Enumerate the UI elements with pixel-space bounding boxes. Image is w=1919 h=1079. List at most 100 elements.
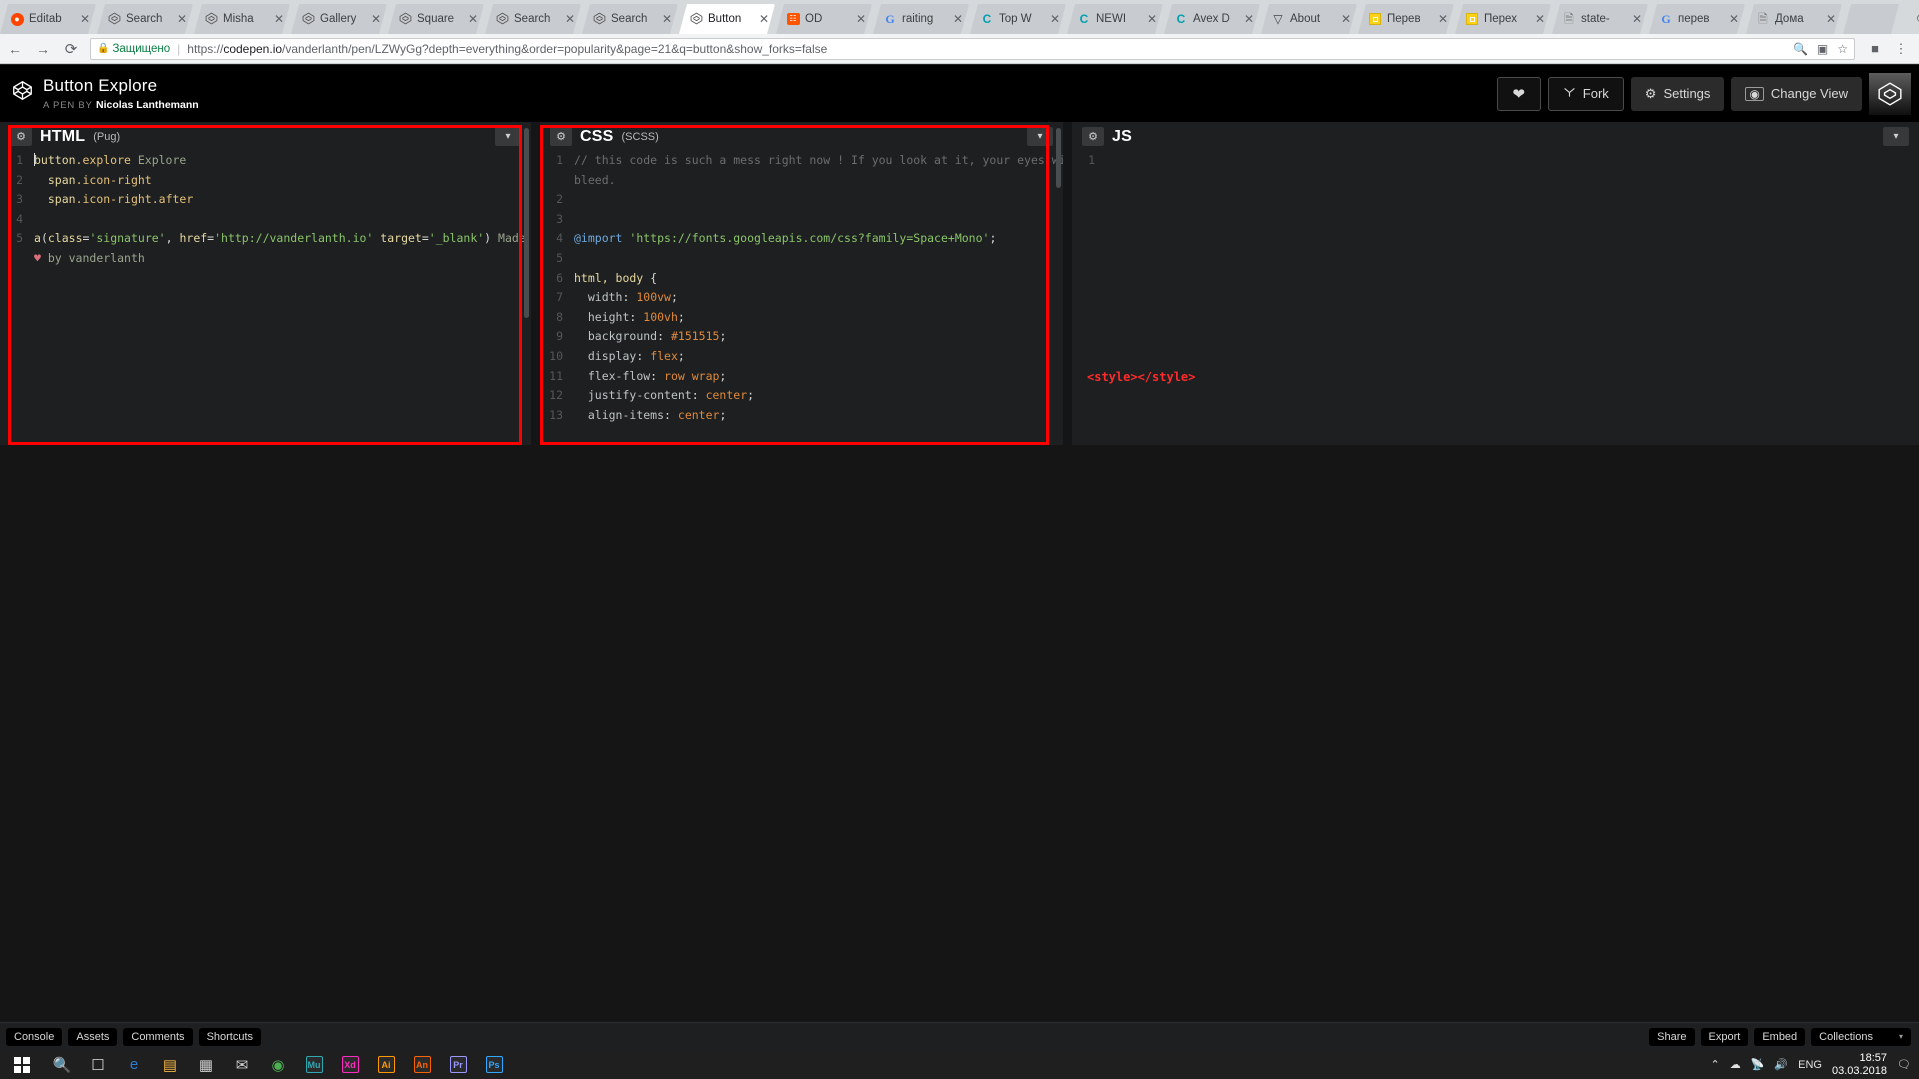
star-icon[interactable]: ☆ (1837, 42, 1848, 56)
tab-close-icon[interactable]: ✕ (1436, 13, 1450, 25)
preview-area[interactable]: Explore ⟶ MADE WITH ♥ BY VANDERLANTH Акт… (0, 445, 1919, 1022)
back-icon[interactable]: ← (2, 36, 28, 62)
extension-icon[interactable]: ■ (1863, 37, 1887, 61)
browser-tab[interactable]: Graiting ✕ (873, 4, 969, 34)
css-code-area[interactable]: 1 // this code is such a mess right now !… (540, 151, 1063, 445)
xd-icon[interactable]: Xd (332, 1050, 368, 1079)
tab-close-icon[interactable]: ✕ (563, 13, 577, 25)
browser-tab[interactable]: Search ✕ (97, 4, 193, 34)
tab-close-icon[interactable]: ✕ (175, 13, 189, 25)
browser-tab[interactable]: Gперев ✕ (1649, 4, 1745, 34)
css-scrollbar[interactable] (1056, 128, 1061, 188)
illustrator-icon[interactable]: Ai (368, 1050, 404, 1079)
animate-icon[interactable]: An (404, 1050, 440, 1079)
address-bar[interactable]: 🔒 Защищено | https://codepen.io/vanderla… (90, 37, 1855, 60)
tab-close-icon[interactable]: ✕ (1048, 13, 1062, 25)
explorer-icon[interactable]: ▤ (152, 1050, 188, 1079)
browser-tab[interactable]: C Avex D ✕ (1164, 4, 1260, 34)
new-tab-button[interactable] (1843, 4, 1899, 34)
tab-close-icon[interactable]: ✕ (1533, 13, 1547, 25)
tab-close-icon[interactable]: ✕ (854, 13, 868, 25)
chevron-down-icon[interactable]: ▾ (495, 127, 521, 146)
profile-icon[interactable]: ☺ (1899, 2, 1919, 32)
tab-close-icon[interactable]: ✕ (1824, 13, 1838, 25)
forward-icon[interactable]: → (30, 36, 56, 62)
tab-close-icon[interactable]: ✕ (951, 13, 965, 25)
mail-icon[interactable]: ✉ (224, 1050, 260, 1079)
browser-tab[interactable]: Misha ✕ (194, 4, 290, 34)
muse-icon[interactable]: Mu (296, 1050, 332, 1079)
footer-button-assets[interactable]: Assets (68, 1027, 118, 1046)
browser-tab[interactable]: Перех ✕ (1455, 4, 1551, 34)
task-view-icon[interactable]: ☐ (80, 1050, 116, 1079)
tab-close-icon[interactable]: ✕ (1339, 13, 1353, 25)
edge-icon[interactable]: e (116, 1050, 152, 1079)
search-icon[interactable]: 🔍 (44, 1050, 80, 1079)
html-scrollbar[interactable] (524, 128, 529, 318)
collections-dropdown[interactable]: Collections ▾ (1811, 1027, 1911, 1046)
tab-close-icon[interactable]: ✕ (757, 13, 771, 25)
tray-chevron-icon[interactable]: ⌃ (1711, 1058, 1720, 1071)
browser-tab[interactable]: Gallery ✕ (291, 4, 387, 34)
chevron-down-icon[interactable]: ▾ (1027, 127, 1053, 146)
browser-tab[interactable]: C NEWI ✕ (1067, 4, 1163, 34)
cloud-icon[interactable]: ☁ (1730, 1058, 1741, 1071)
avatar[interactable] (1869, 72, 1911, 115)
photoshop-icon[interactable]: Ps (476, 1050, 512, 1079)
taskbar-clock[interactable]: 18:57 03.03.2018 (1832, 1052, 1887, 1078)
browser-tab[interactable]: Square ✕ (388, 4, 484, 34)
js-code-area[interactable]: 1 (1072, 151, 1919, 445)
tab-close-icon[interactable]: ✕ (660, 13, 674, 25)
browser-tab[interactable]: ☷ OD ✕ (776, 4, 872, 34)
tab-close-icon[interactable]: ✕ (369, 13, 383, 25)
browser-tab[interactable]: ● Editab ✕ (0, 4, 96, 34)
tab-close-icon[interactable]: ✕ (272, 13, 286, 25)
gear-icon[interactable]: ⚙ (10, 127, 32, 146)
pane-divider-2[interactable] (1063, 122, 1072, 445)
image-icon[interactable]: ▣ (1817, 42, 1828, 56)
browser-tab[interactable]: ▽ About ✕ (1261, 4, 1357, 34)
chrome-icon[interactable]: ◉ (260, 1050, 296, 1079)
store-icon[interactable]: ▦ (188, 1050, 224, 1079)
browser-tab[interactable]: 🗎 state- ✕ (1552, 4, 1648, 34)
browser-tab[interactable]: C Top W ✕ (970, 4, 1066, 34)
footer-button-console[interactable]: Console (6, 1027, 63, 1046)
browser-tab[interactable]: Button ✕ (679, 4, 775, 34)
zoom-icon[interactable]: 🔍 (1793, 42, 1808, 56)
network-icon[interactable]: 📡 (1751, 1058, 1765, 1071)
html-code-area[interactable]: 1 button.explore Explore 2 span.icon-right… (0, 151, 531, 445)
gear-icon[interactable]: ⚙ (550, 127, 572, 146)
premiere-icon[interactable]: Pr (440, 1050, 476, 1079)
tab-close-icon[interactable]: ✕ (1145, 13, 1159, 25)
love-button[interactable]: ❤ (1496, 76, 1541, 111)
menu-icon[interactable]: ⋮ (1889, 37, 1913, 61)
settings-button[interactable]: ⚙ Settings (1630, 76, 1725, 111)
gear-icon[interactable]: ⚙ (1082, 127, 1104, 146)
secure-badge: 🔒 Защищено (97, 43, 170, 55)
browser-tab[interactable]: 🗎 Дома ✕ (1746, 4, 1842, 34)
footer-button-embed[interactable]: Embed (1754, 1027, 1806, 1046)
tab-close-icon[interactable]: ✕ (78, 13, 92, 25)
codepen-logo-icon[interactable] (12, 80, 33, 106)
tab-close-icon[interactable]: ✕ (466, 13, 480, 25)
footer-button-shortcuts[interactable]: Shortcuts (198, 1027, 262, 1046)
browser-tab[interactable]: Search ✕ (485, 4, 581, 34)
tab-close-icon[interactable]: ✕ (1242, 13, 1256, 25)
language-indicator[interactable]: ENG (1798, 1059, 1822, 1071)
windows-start-icon[interactable] (0, 1050, 44, 1079)
pane-divider-1[interactable] (531, 122, 540, 445)
volume-icon[interactable]: 🔊 (1774, 1058, 1788, 1071)
fork-button[interactable]: Fork (1547, 76, 1624, 111)
footer-button-comments[interactable]: Comments (123, 1027, 193, 1046)
reload-icon[interactable]: ⟳ (58, 36, 84, 62)
browser-tab[interactable]: Search ✕ (582, 4, 678, 34)
tab-close-icon[interactable]: ✕ (1727, 13, 1741, 25)
footer-button-export[interactable]: Export (1700, 1027, 1749, 1046)
change-view-button[interactable]: ◉ Change View (1731, 76, 1862, 111)
browser-tab[interactable]: Перев ✕ (1358, 4, 1454, 34)
footer-button-share[interactable]: Share (1649, 1027, 1695, 1046)
chevron-down-icon[interactable]: ▾ (1883, 127, 1909, 146)
notification-icon[interactable]: 🗨 (1897, 1058, 1911, 1071)
tab-close-icon[interactable]: ✕ (1630, 13, 1644, 25)
